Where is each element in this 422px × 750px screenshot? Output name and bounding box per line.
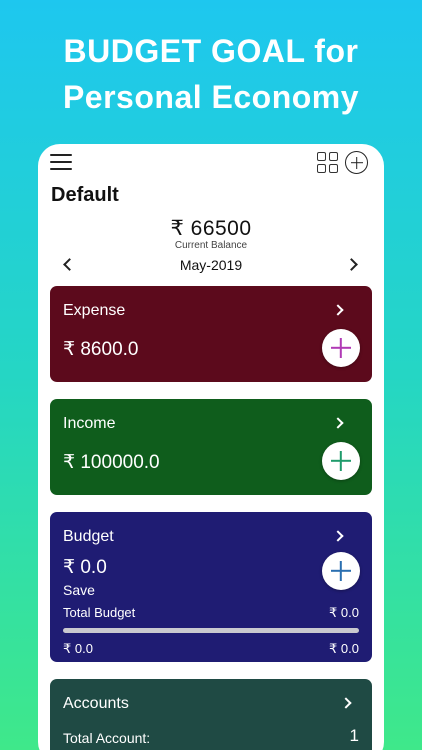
income-chevron-icon[interactable] bbox=[332, 417, 344, 429]
total-account-label: Total Account: bbox=[63, 730, 151, 746]
income-card[interactable]: Income ₹ 100000.0 bbox=[50, 399, 372, 495]
budget-remaining-value: ₹ 0.0 bbox=[329, 641, 359, 656]
expense-chevron-icon[interactable] bbox=[332, 304, 344, 316]
expense-amount: ₹ 8600.0 bbox=[63, 339, 139, 360]
hamburger-menu-icon[interactable] bbox=[50, 154, 72, 170]
budget-save-label: Save bbox=[63, 582, 95, 598]
budget-title: Budget bbox=[63, 528, 114, 545]
page-title: Default bbox=[51, 184, 119, 206]
add-circle-icon[interactable] bbox=[345, 151, 368, 174]
add-budget-button[interactable] bbox=[322, 552, 360, 590]
income-title: Income bbox=[63, 415, 116, 432]
budget-progress-bar bbox=[63, 628, 359, 633]
budget-amount: ₹ 0.0 bbox=[63, 557, 107, 578]
budget-chevron-icon[interactable] bbox=[332, 530, 344, 542]
promo-headline: BUDGET GOAL for Personal Economy bbox=[0, 28, 422, 120]
income-amount: ₹ 100000.0 bbox=[63, 452, 160, 473]
add-income-button[interactable] bbox=[322, 442, 360, 480]
promo-line-2: Personal Economy bbox=[62, 79, 360, 115]
expense-title: Expense bbox=[63, 302, 126, 319]
current-month: May-2019 bbox=[179, 257, 243, 273]
month-selector: May-2019 bbox=[38, 254, 384, 276]
current-balance-amount: ₹ 66500 bbox=[170, 217, 252, 240]
expense-card[interactable]: Expense ₹ 8600.0 bbox=[50, 286, 372, 382]
promo-line-1: BUDGET GOAL for bbox=[63, 33, 359, 69]
grid-view-icon[interactable] bbox=[317, 152, 339, 174]
add-expense-button[interactable] bbox=[322, 329, 360, 367]
accounts-chevron-icon[interactable] bbox=[340, 697, 352, 709]
top-bar bbox=[38, 144, 384, 184]
accounts-card[interactable]: Accounts Total Account: 1 bbox=[50, 679, 372, 750]
app-screen: Default ₹ 66500 Current Balance May-2019… bbox=[38, 144, 384, 750]
budget-card[interactable]: Budget ₹ 0.0 Save Total Budget ₹ 0.0 ₹ 0… bbox=[50, 512, 372, 662]
accounts-title: Accounts bbox=[63, 695, 129, 712]
total-budget-label: Total Budget bbox=[63, 605, 136, 620]
current-balance-label: Current Balance bbox=[174, 240, 248, 251]
total-budget-value: ₹ 0.0 bbox=[329, 605, 359, 620]
total-account-value: 1 bbox=[349, 726, 359, 745]
budget-spent-value: ₹ 0.0 bbox=[63, 641, 93, 656]
